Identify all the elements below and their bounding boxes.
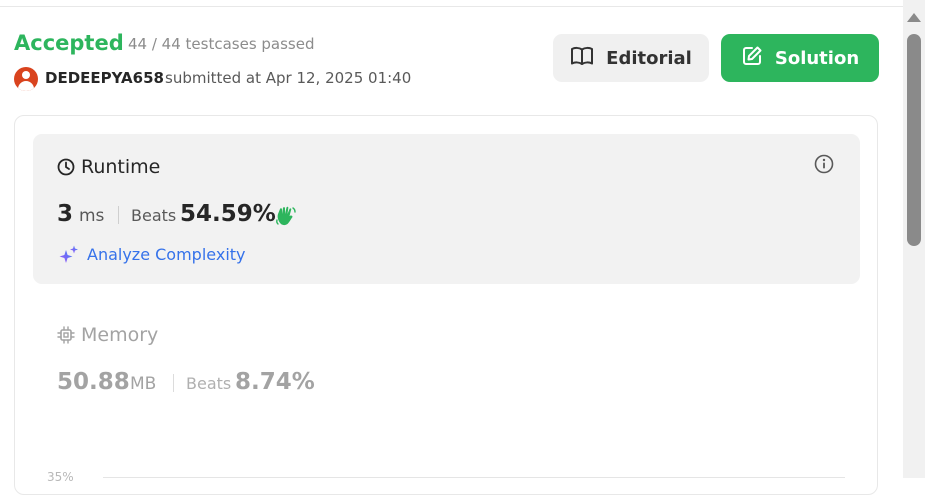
memory-beats-value: 8.74% bbox=[235, 369, 315, 395]
chip-icon bbox=[57, 326, 75, 348]
memory-value: 50.88 bbox=[57, 369, 130, 395]
memory-beats-label: Beats bbox=[186, 374, 232, 393]
sparkle-icon bbox=[58, 244, 80, 270]
runtime-separator bbox=[118, 206, 119, 224]
solution-label: Solution bbox=[774, 47, 860, 69]
top-divider bbox=[0, 6, 903, 7]
runtime-title: Runtime bbox=[81, 156, 161, 178]
solution-button[interactable]: Solution bbox=[721, 34, 879, 82]
avatar-head bbox=[22, 71, 30, 79]
chart-axis-tick: 35% bbox=[47, 470, 74, 484]
submission-status: Accepted bbox=[14, 31, 124, 55]
runtime-unit: ms bbox=[79, 206, 105, 226]
runtime-beats-label: Beats bbox=[131, 206, 177, 225]
memory-title[interactable]: Memory bbox=[81, 324, 158, 346]
avatar[interactable] bbox=[14, 67, 38, 91]
avatar-body bbox=[18, 81, 34, 91]
wave-hand-icon bbox=[274, 204, 298, 232]
runtime-value: 3 bbox=[57, 201, 74, 227]
scroll-up-arrow[interactable] bbox=[907, 13, 921, 22]
runtime-beats-value: 54.59% bbox=[180, 201, 276, 227]
memory-unit: MB bbox=[130, 374, 157, 394]
memory-separator bbox=[173, 374, 174, 392]
book-icon bbox=[570, 46, 606, 71]
edit-icon bbox=[741, 45, 775, 72]
username-link[interactable]: DEDEEPYA658 bbox=[45, 69, 164, 87]
analyze-complexity-link[interactable]: Analyze Complexity bbox=[87, 245, 246, 264]
info-icon[interactable] bbox=[814, 154, 834, 178]
testcases-passed: 44 / 44 testcases passed bbox=[128, 35, 315, 53]
editorial-label: Editorial bbox=[606, 47, 692, 69]
editorial-button[interactable]: Editorial bbox=[553, 34, 709, 82]
clock-icon bbox=[57, 158, 75, 180]
scrollbar-thumb[interactable] bbox=[907, 34, 921, 246]
submitted-timestamp: submitted at Apr 12, 2025 01:40 bbox=[165, 69, 412, 87]
